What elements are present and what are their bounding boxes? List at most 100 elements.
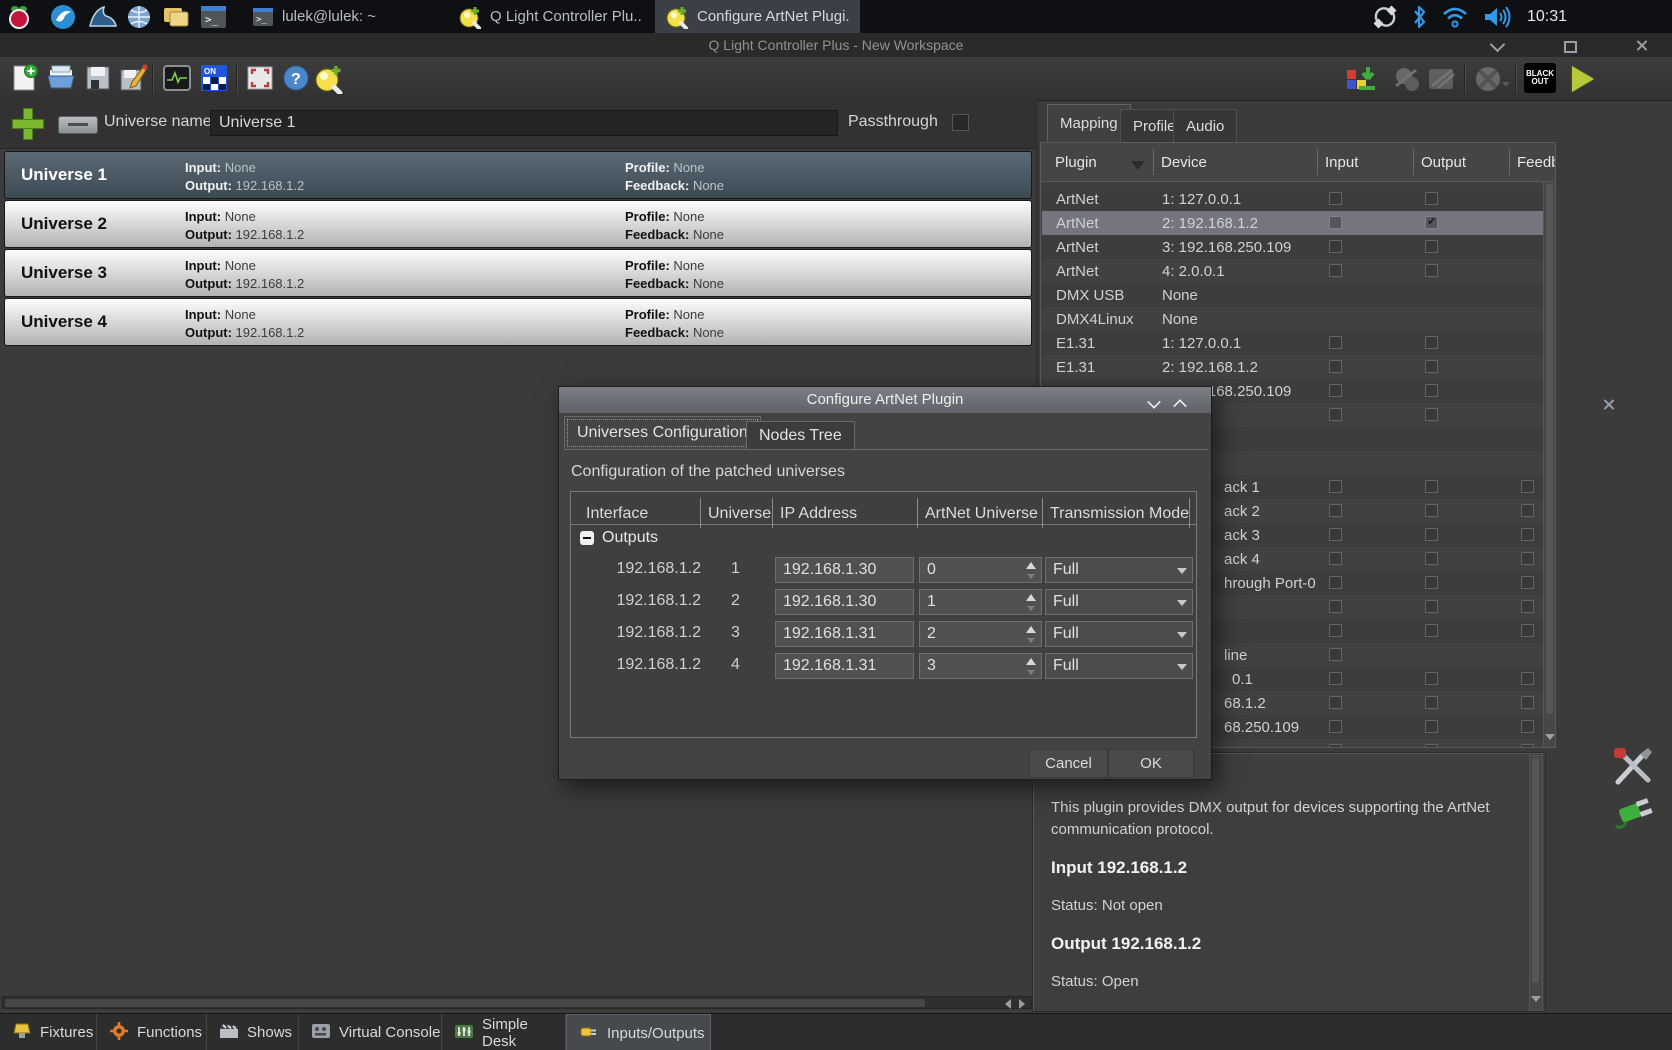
shade-icon[interactable] <box>1489 36 1506 53</box>
wifi-icon[interactable] <box>1441 5 1469 29</box>
fullscreen-icon[interactable] <box>246 64 274 92</box>
universe-row[interactable]: Universe 2 Input: None Output: 192.168.1.2… <box>4 200 1032 248</box>
output-checkbox[interactable] <box>1425 528 1438 541</box>
feedback-checkbox[interactable] <box>1521 576 1534 589</box>
sort-descending-icon[interactable] <box>1131 161 1145 170</box>
output-checkbox[interactable] <box>1425 720 1438 733</box>
artnet-universe-spinbox[interactable]: 2 <box>919 621 1042 647</box>
spin-down-icon[interactable] <box>1027 606 1035 611</box>
input-checkbox[interactable] <box>1329 360 1342 373</box>
tab-nodes-tree[interactable]: Nodes Tree <box>746 421 855 450</box>
tools-icon[interactable] <box>1612 746 1656 793</box>
terminal-icon[interactable]: >_ <box>200 4 226 30</box>
dialog-titlebar[interactable]: Configure ArtNet Plugin <box>559 387 1211 413</box>
transmission-mode-select[interactable]: Full <box>1045 653 1193 679</box>
output-checkbox[interactable] <box>1425 624 1438 637</box>
ip-address-field[interactable]: 192.168.1.31 <box>775 621 914 647</box>
artnet-universe-spinbox[interactable]: 1 <box>919 589 1042 615</box>
unshade-icon[interactable] <box>1173 399 1187 413</box>
vertical-scrollbar[interactable] <box>1543 181 1555 747</box>
about-qlc-icon[interactable] <box>314 64 343 96</box>
column-device[interactable]: Device <box>1161 154 1207 171</box>
input-checkbox[interactable] <box>1329 408 1342 421</box>
spin-up-icon[interactable] <box>1026 626 1036 633</box>
artnet-universe-spinbox[interactable]: 3 <box>919 653 1042 679</box>
column-output[interactable]: Output <box>1421 154 1466 171</box>
patched-universe-row[interactable]: 192.168.1.2 4 192.168.1.31 3 Full <box>571 650 1196 682</box>
spin-up-icon[interactable] <box>1026 658 1036 665</box>
save-as-icon[interactable] <box>118 64 148 92</box>
input-checkbox[interactable] <box>1329 528 1342 541</box>
column-universe[interactable]: Universe <box>708 505 771 523</box>
collapse-icon[interactable] <box>580 531 594 545</box>
output-checkbox[interactable] <box>1425 264 1438 277</box>
column-input[interactable]: Input <box>1325 154 1358 171</box>
io-table-row[interactable]: ArtNet 4: 2.0.0.1 <box>1042 259 1546 283</box>
info-scrollbar[interactable] <box>1529 755 1543 1011</box>
input-checkbox[interactable] <box>1329 600 1342 613</box>
input-checkbox[interactable] <box>1329 648 1342 661</box>
chevron-down-icon[interactable] <box>1502 82 1510 87</box>
input-checkbox[interactable] <box>1329 696 1342 709</box>
taskbar-window-terminal[interactable]: >_ lulek@lulek: ~ <box>242 0 386 33</box>
input-checkbox[interactable] <box>1329 192 1342 205</box>
feedback-checkbox[interactable] <box>1521 480 1534 493</box>
feedback-checkbox[interactable] <box>1521 552 1534 565</box>
feedback-checkbox[interactable] <box>1521 672 1534 685</box>
taskbar-window-artnet-dialog[interactable]: Configure ArtNet Plugi. <box>655 0 860 33</box>
bottom-tab-fixtures[interactable]: Fixtures <box>0 1014 97 1050</box>
tab-universes-configuration[interactable]: Universes Configuration <box>564 416 761 450</box>
input-checkbox[interactable] <box>1329 336 1342 349</box>
io-table-row[interactable]: DMX4Linux None <box>1042 307 1546 331</box>
taskbar-window-qlc[interactable]: Q Light Controller Plu.. <box>448 0 652 33</box>
cancel-button[interactable]: Cancel <box>1029 749 1108 778</box>
remove-universe-button[interactable] <box>58 116 98 134</box>
output-checkbox[interactable] <box>1425 600 1438 613</box>
globe-browser-icon[interactable] <box>126 4 152 30</box>
input-checkbox[interactable] <box>1329 552 1342 565</box>
volume-icon[interactable] <box>1483 5 1513 29</box>
tab-audio[interactable]: Audio <box>1173 109 1238 142</box>
column-feedback[interactable]: Feedback <box>1517 154 1555 171</box>
feedback-checkbox[interactable] <box>1521 720 1534 733</box>
patched-universe-row[interactable]: 192.168.1.2 3 192.168.1.31 2 Full <box>571 618 1196 650</box>
feedback-checkbox[interactable] <box>1521 528 1534 541</box>
bottom-tab-inputs-outputs[interactable]: Inputs/Outputs <box>566 1014 711 1050</box>
scrollbar-thumb[interactable] <box>1546 184 1553 714</box>
start-icon[interactable] <box>1572 66 1594 92</box>
scroll-down-icon[interactable] <box>1531 996 1541 1002</box>
transmission-mode-select[interactable]: Full <box>1045 557 1193 583</box>
output-checkbox[interactable] <box>1425 672 1438 685</box>
spin-up-icon[interactable] <box>1026 594 1036 601</box>
feedback-checkbox[interactable] <box>1521 744 1534 747</box>
add-universe-button[interactable] <box>12 108 44 140</box>
dmx-monitor-icon[interactable] <box>162 64 191 92</box>
output-checkbox[interactable] <box>1425 552 1438 565</box>
ok-button[interactable]: OK <box>1108 749 1194 778</box>
input-checkbox[interactable] <box>1329 216 1342 229</box>
io-table-row[interactable]: ArtNet 1: 127.0.0.1 <box>1042 187 1546 211</box>
transmission-mode-select[interactable]: Full <box>1045 621 1193 647</box>
file-manager-icon[interactable] <box>162 4 189 30</box>
input-checkbox[interactable] <box>1329 240 1342 253</box>
scroll-down-icon[interactable] <box>1545 734 1555 740</box>
output-checkbox[interactable] <box>1425 336 1438 349</box>
output-checkbox[interactable] <box>1425 408 1438 421</box>
column-interface[interactable]: Interface <box>586 505 648 523</box>
universe-row[interactable]: Universe 4 Input: None Output: 192.168.1.2… <box>4 298 1032 346</box>
io-table-row[interactable]: E1.31 1: 127.0.0.1 <box>1042 331 1546 355</box>
passthrough-checkbox[interactable] <box>952 114 969 131</box>
universe-row[interactable]: Universe 3 Input: None Output: 192.168.1.2… <box>4 249 1032 297</box>
save-icon[interactable] <box>84 64 112 92</box>
help-icon[interactable]: ? <box>282 64 310 92</box>
scroll-right-icon[interactable] <box>1019 999 1025 1009</box>
spin-down-icon[interactable] <box>1027 574 1035 579</box>
input-checkbox[interactable] <box>1329 720 1342 733</box>
bird-browser-icon[interactable] <box>50 4 76 30</box>
bluetooth-icon[interactable] <box>1412 5 1427 29</box>
new-workspace-icon[interactable] <box>10 64 38 92</box>
spin-down-icon[interactable] <box>1027 670 1035 675</box>
output-checkbox[interactable] <box>1425 240 1438 253</box>
wireshark-icon[interactable] <box>88 4 117 30</box>
updates-icon[interactable] <box>1372 5 1398 29</box>
